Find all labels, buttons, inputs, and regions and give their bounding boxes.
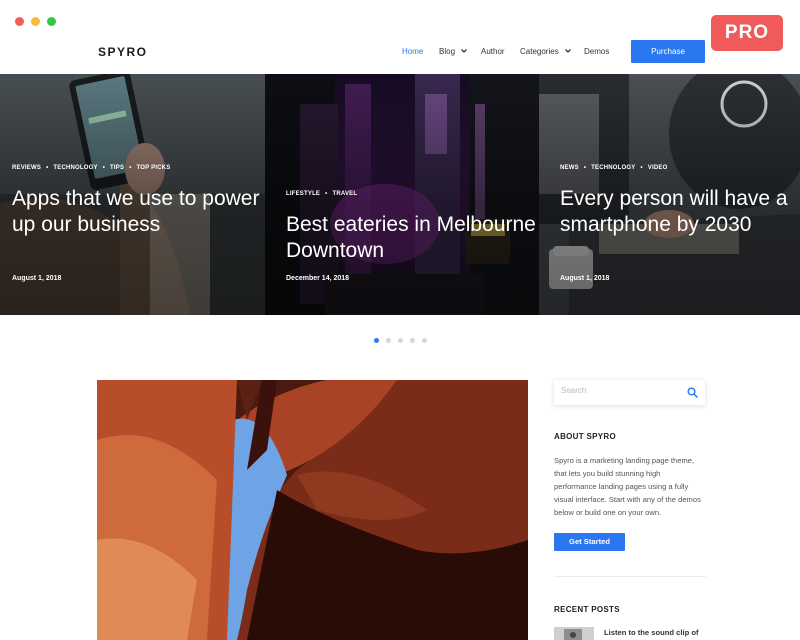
chevron-down-icon [564,49,571,53]
browser-chrome [0,0,800,34]
nav-item-label: Blog [439,47,456,56]
nav-item-author[interactable]: Author [481,47,505,56]
hero-slider: REVIEWS • TECHNOLOGY • TIPS • TOP PICKS Apps t… [0,74,800,315]
category-link[interactable]: TRAVEL [332,191,357,197]
recent-posts-title: RECENT POSTS [554,605,620,614]
pro-badge: PRO [711,15,783,51]
slide-date: December 14, 2018 [286,275,350,282]
purchase-button[interactable]: Purchase [631,40,705,63]
search-input[interactable] [561,386,679,395]
pager-dot[interactable] [422,338,427,343]
pager-dot[interactable] [398,338,403,343]
slide-title[interactable]: Best eateries in Melbourne Downtown [286,212,536,264]
window-maximize-dot[interactable] [47,17,56,26]
nav-item-demos[interactable]: Demos [584,47,609,56]
slide-date: August 1, 2018 [560,275,610,282]
get-started-button[interactable]: Get Started [554,533,625,551]
hero-slide[interactable]: REVIEWS • TECHNOLOGY • TIPS • TOP PICKS Apps t… [0,74,265,315]
recent-post-title[interactable]: Listen to the sound clip of [604,628,699,637]
nav-item-home[interactable]: Home [402,47,423,56]
sidebar-divider [554,576,706,577]
category-link[interactable]: TIPS [110,165,124,171]
slide-title[interactable]: Every person will have a smartphone by 2… [560,186,800,238]
slide-title[interactable]: Apps that we use to power up our busines… [12,186,262,238]
slide-categories: NEWS • TECHNOLOGY • VIDEO [560,165,668,171]
category-link[interactable]: VIDEO [648,165,668,171]
hero-slide[interactable]: LIFESTYLE • TRAVEL Best eateries in Melbou… [265,74,539,315]
nav-item-label: Author [481,47,505,56]
category-link[interactable]: NEWS [560,165,579,171]
pager-dot[interactable] [386,338,391,343]
nav-item-label: Demos [584,47,610,56]
slide-categories: LIFESTYLE • TRAVEL [286,191,358,197]
nav-item-label: Categories [520,47,559,56]
post-thumbnail-image [554,627,594,640]
slide-date: August 1, 2018 [12,275,62,282]
search-icon[interactable] [687,387,698,398]
featured-post-image[interactable] [97,380,528,640]
window-minimize-dot[interactable] [31,17,40,26]
chevron-down-icon [461,49,468,53]
slider-pagination [374,330,434,343]
pager-dot[interactable] [374,338,379,343]
window-close-dot[interactable] [15,17,24,26]
nav-item-blog[interactable]: Blog [439,47,468,56]
search-widget [554,380,705,405]
about-widget-text: Spyro is a marketing landing page theme,… [554,456,701,517]
recent-post-thumbnail[interactable] [554,627,594,640]
category-link[interactable]: TECHNOLOGY [591,165,635,171]
about-widget-title: ABOUT SPYRO [554,432,616,441]
category-link[interactable]: TECHNOLOGY [53,165,97,171]
nav-item-categories[interactable]: Categories [520,47,571,56]
nav-item-label: Home [402,47,424,56]
pager-dot[interactable] [410,338,415,343]
category-link[interactable]: REVIEWS [12,165,41,171]
site-header: SPYRO Home Blog Author Categories Demos … [0,34,800,74]
hero-slide[interactable]: NEWS • TECHNOLOGY • VIDEO Every person will … [539,74,800,315]
canyon-image [97,380,528,640]
category-link[interactable]: TOP PICKS [137,165,171,171]
category-link[interactable]: LIFESTYLE [286,191,320,197]
slide-categories: REVIEWS • TECHNOLOGY • TIPS • TOP PICKS [12,165,171,171]
site-logo[interactable]: SPYRO [98,45,148,59]
